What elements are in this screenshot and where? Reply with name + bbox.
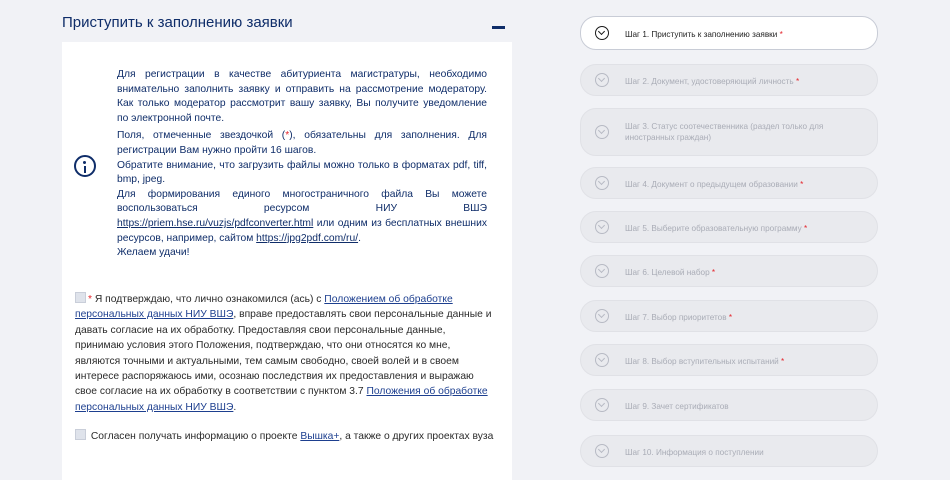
step-item-9[interactable]: Шаг 9. Зачет сертификатов [580, 389, 878, 421]
step-label: Шаг 3. Статус соотечественника (раздел т… [625, 122, 824, 142]
minus-icon[interactable] [492, 26, 505, 29]
newsletter-text: , а также о других проектах вуза [339, 431, 494, 442]
step-label: Шаг 5. Выберите образовательную программ… [625, 224, 808, 233]
step-label: Шаг 1. Приступить к заполнению заявки * [625, 30, 783, 39]
step-label: Шаг 7. Выбор приоритетов * [625, 313, 733, 322]
step-item-10[interactable]: Шаг 10. Информация о поступлении [580, 435, 878, 467]
step-label: Шаг 4. Документ о предыдущем образовании… [625, 180, 804, 189]
chevron-down-icon [595, 125, 609, 139]
personal-data-consent: * Я подтверждаю, что лично ознакомился (… [75, 292, 495, 415]
step-item-3[interactable]: Шаг 3. Статус соотечественника (раздел т… [580, 108, 878, 156]
chevron-down-icon [595, 444, 609, 458]
chevron-down-icon [595, 220, 609, 234]
chevron-down-icon [595, 264, 609, 278]
newsletter-text: Согласен получать информацию о проекте [90, 431, 301, 442]
info-paragraph-3: Обратите внимание, что загрузить файлы м… [117, 159, 487, 186]
chevron-down-icon [595, 176, 609, 190]
consent-text: . [233, 401, 237, 413]
info-icon [74, 155, 96, 177]
step-item-6[interactable]: Шаг 6. Целевой набор * [580, 255, 878, 287]
info-block: Для регистрации в качестве абитуриента м… [117, 68, 487, 261]
vyshka-plus-link[interactable]: Вышка+ [300, 431, 339, 442]
info-paragraph-2: Поля, отмеченные звездочкой (*), обязате… [117, 129, 487, 158]
step-label: Шаг 6. Целевой набор * [625, 268, 716, 277]
chevron-down-icon [595, 73, 609, 87]
newsletter-checkbox[interactable] [75, 429, 86, 440]
newsletter-consent: Согласен получать информацию о проекте В… [75, 429, 495, 444]
info-text: Поля, отмеченные звездочкой ( [117, 130, 286, 142]
chevron-down-icon [595, 353, 609, 367]
consent-text: Я подтверждаю, что лично ознакомился (ас… [92, 294, 325, 305]
chevron-down-icon [595, 309, 609, 323]
chevron-down-icon [595, 398, 609, 412]
info-paragraph-1: Для регистрации в качестве абитуриента м… [117, 69, 487, 124]
info-paragraph-4: Для формирования единого многостраничног… [117, 188, 487, 246]
step-item-4[interactable]: Шаг 4. Документ о предыдущем образовании… [580, 167, 878, 199]
chevron-down-icon [595, 26, 609, 40]
pdf-converter-link[interactable]: https://priem.hse.ru/vuzjs/pdfconverter.… [117, 218, 313, 229]
panel-title: Приступить к заполнению заявки [62, 14, 293, 31]
step-item-2[interactable]: Шаг 2. Документ, удостоверяющий личность… [580, 64, 878, 96]
info-text: . [358, 232, 361, 244]
info-paragraph-5: Желаем удачи! [117, 247, 190, 259]
step-item-1[interactable]: Шаг 1. Приступить к заполнению заявки * [580, 16, 878, 50]
panel-header: Приступить к заполнению заявки [62, 12, 512, 42]
step-label: Шаг 9. Зачет сертификатов [625, 402, 729, 411]
jpg2pdf-link[interactable]: https://jpg2pdf.com/ru/ [256, 233, 358, 244]
step-label: Шаг 8. Выбор вступительных испытаний * [625, 357, 785, 366]
step-item-5[interactable]: Шаг 5. Выберите образовательную программ… [580, 211, 878, 243]
info-text: Для формирования единого многостраничног… [117, 188, 487, 215]
step-item-7[interactable]: Шаг 7. Выбор приоритетов * [580, 300, 878, 332]
step-label: Шаг 10. Информация о поступлении [625, 448, 764, 457]
step-item-8[interactable]: Шаг 8. Выбор вступительных испытаний * [580, 344, 878, 376]
step-label: Шаг 2. Документ, удостоверяющий личность… [625, 77, 800, 86]
consent-text: , вправе предоставлять свои персональные… [75, 309, 492, 398]
consent-checkbox[interactable] [75, 292, 86, 303]
